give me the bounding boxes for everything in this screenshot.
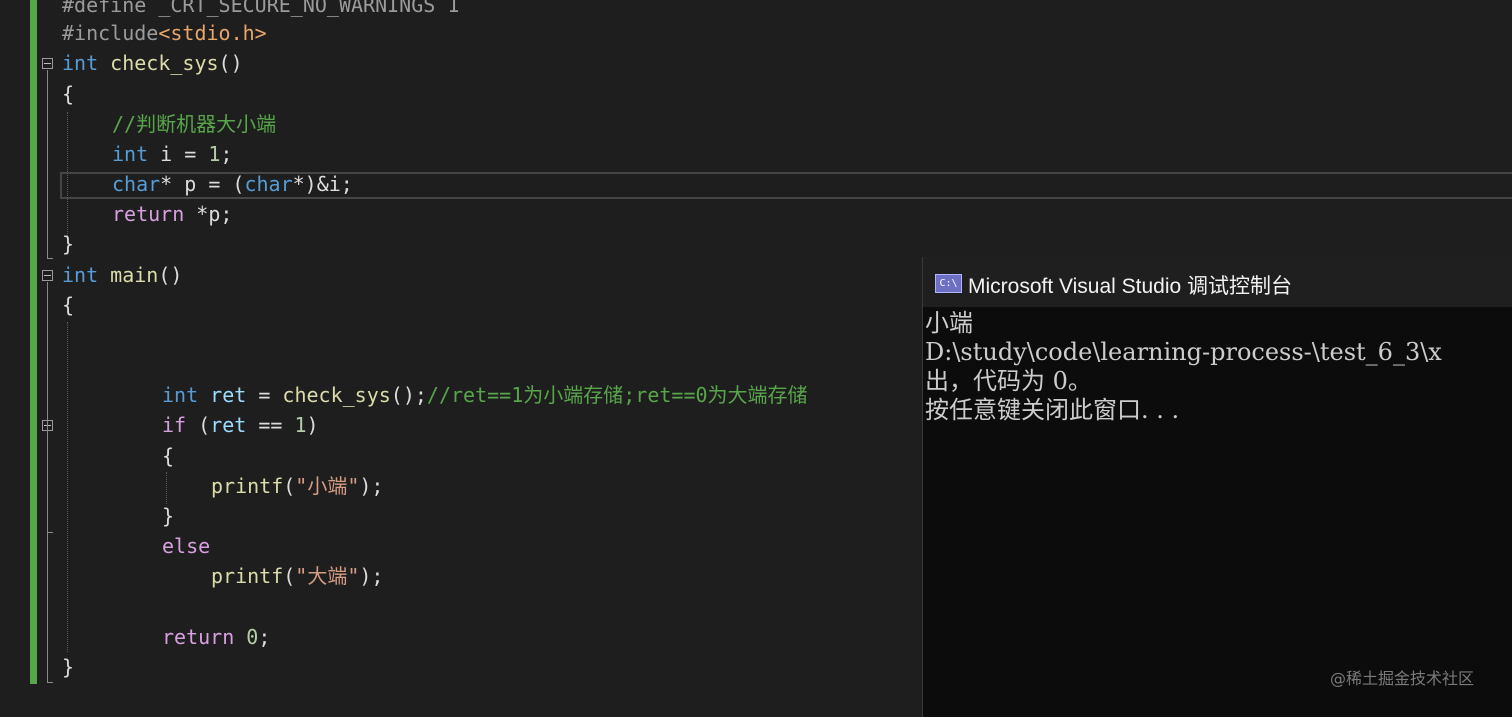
brace: } bbox=[62, 655, 75, 679]
punctuation: () bbox=[158, 263, 183, 287]
console-titlebar[interactable]: C:\ Microsoft Visual Studio 调试控制台 bbox=[923, 257, 1512, 307]
console-line: 出，代码为 0。 bbox=[925, 367, 1092, 395]
fold-region-end bbox=[47, 258, 53, 259]
code-line-22: return 0; bbox=[162, 622, 270, 652]
keyword: int bbox=[112, 142, 149, 166]
console-title: Microsoft Visual Studio 调试控制台 bbox=[968, 275, 1293, 298]
function-name: main bbox=[110, 263, 159, 287]
code-text: *)&i; bbox=[292, 172, 353, 196]
variable: ret bbox=[198, 383, 247, 407]
indent-guide bbox=[166, 472, 167, 504]
fold-region-end bbox=[47, 532, 53, 533]
code-text: = bbox=[246, 383, 283, 407]
function-call: check_sys bbox=[282, 383, 391, 407]
string-literal: "大端" bbox=[295, 564, 360, 588]
code-line-8: return *p; bbox=[112, 199, 232, 229]
watermark: @稀土掘金技术社区 bbox=[1330, 669, 1475, 688]
code-line-19: else bbox=[162, 531, 210, 561]
fold-region-end bbox=[47, 682, 53, 683]
code-line-3: int check_sys() bbox=[62, 48, 243, 78]
keyword: int bbox=[162, 383, 199, 407]
indent-guide bbox=[67, 322, 68, 652]
collapse-box-icon[interactable] bbox=[42, 58, 53, 69]
change-tracking-bar bbox=[30, 0, 37, 684]
punctuation: ; bbox=[258, 625, 271, 649]
control-keyword: return bbox=[162, 625, 235, 649]
code-line-6: int i = 1; bbox=[112, 139, 232, 169]
code-text: * p = ( bbox=[160, 172, 245, 196]
function-call: printf bbox=[211, 564, 284, 588]
keyword: int bbox=[62, 263, 99, 287]
console-output[interactable]: 小端 D:\study\code\learning-process-\test_6… bbox=[925, 309, 1442, 425]
collapse-box-icon[interactable] bbox=[42, 270, 53, 281]
code-text: == bbox=[246, 413, 295, 437]
brace: { bbox=[162, 444, 175, 468]
code-line-23: } bbox=[62, 652, 74, 682]
indent-guide bbox=[67, 112, 68, 236]
debug-console-window[interactable]: C:\ Microsoft Visual Studio 调试控制台 小端 D:\s… bbox=[922, 257, 1512, 717]
keyword: char bbox=[112, 172, 161, 196]
macro-value: 1 bbox=[435, 0, 460, 17]
punctuation: ) bbox=[306, 413, 319, 437]
control-keyword: else bbox=[162, 534, 211, 558]
brace: } bbox=[162, 504, 175, 528]
function-call: printf bbox=[211, 474, 284, 498]
punctuation: ( bbox=[186, 413, 211, 437]
code-line-2: #include<stdio.h> bbox=[62, 18, 267, 48]
keyword: int bbox=[62, 51, 99, 75]
punctuation: ( bbox=[283, 564, 296, 588]
function-name: check_sys bbox=[110, 51, 219, 75]
punctuation: ; bbox=[220, 142, 233, 166]
string-literal: "小端" bbox=[295, 474, 360, 498]
keyword: char bbox=[244, 172, 293, 196]
fold-region-line bbox=[47, 70, 48, 258]
punctuation: ( bbox=[283, 474, 296, 498]
console-line: D:\study\code\learning-process-\test_6_3… bbox=[925, 338, 1442, 366]
code-line-15: if (ret == 1) bbox=[162, 410, 319, 440]
preprocessor-directive: #define bbox=[62, 0, 159, 17]
code-line-17: printf("小端"); bbox=[211, 471, 383, 501]
code-line-4: { bbox=[62, 79, 74, 109]
comment: //ret==1为小端存储;ret==0为大端存储 bbox=[426, 383, 808, 407]
console-line: 按任意键关闭此窗口. . . bbox=[925, 396, 1180, 424]
fold-region-line bbox=[47, 432, 48, 532]
code-line-14: int ret = check_sys();//ret==1为小端存储;ret=… bbox=[162, 380, 808, 410]
code-line-10: int main() bbox=[62, 260, 182, 290]
punctuation: () bbox=[218, 51, 243, 75]
code-line-5: //判断机器大小端 bbox=[112, 109, 276, 139]
control-keyword: return bbox=[112, 202, 185, 226]
code-line-18: } bbox=[162, 501, 174, 531]
code-line-11: { bbox=[62, 290, 74, 320]
variable: ret bbox=[210, 413, 247, 437]
code-line-7: char* p = (char*)&i; bbox=[112, 169, 353, 199]
code-text: i = bbox=[148, 142, 209, 166]
brace: { bbox=[62, 82, 75, 106]
preprocessor-directive: #include bbox=[62, 21, 159, 45]
code-line-1: #define _CRT_SECURE_NO_WARNINGS 1 bbox=[62, 0, 459, 20]
number-literal: 1 bbox=[208, 142, 221, 166]
number-literal: 1 bbox=[294, 413, 307, 437]
code-line-9: } bbox=[62, 229, 74, 259]
punctuation: (); bbox=[390, 383, 427, 407]
code-line-16: { bbox=[162, 441, 174, 471]
punctuation: ); bbox=[359, 474, 384, 498]
console-app-icon: C:\ bbox=[935, 274, 962, 293]
brace: { bbox=[62, 293, 75, 317]
punctuation: ); bbox=[359, 564, 384, 588]
code-text: *p; bbox=[184, 202, 233, 226]
brace: } bbox=[62, 232, 75, 256]
number-literal: 0 bbox=[246, 625, 259, 649]
comment: //判断机器大小端 bbox=[112, 112, 277, 136]
console-line: 小端 bbox=[925, 309, 973, 337]
include-path: <stdio.h> bbox=[158, 21, 267, 45]
code-line-20: printf("大端"); bbox=[211, 561, 383, 591]
control-keyword: if bbox=[162, 413, 187, 437]
macro-name: _CRT_SECURE_NO_WARNINGS bbox=[158, 0, 436, 17]
